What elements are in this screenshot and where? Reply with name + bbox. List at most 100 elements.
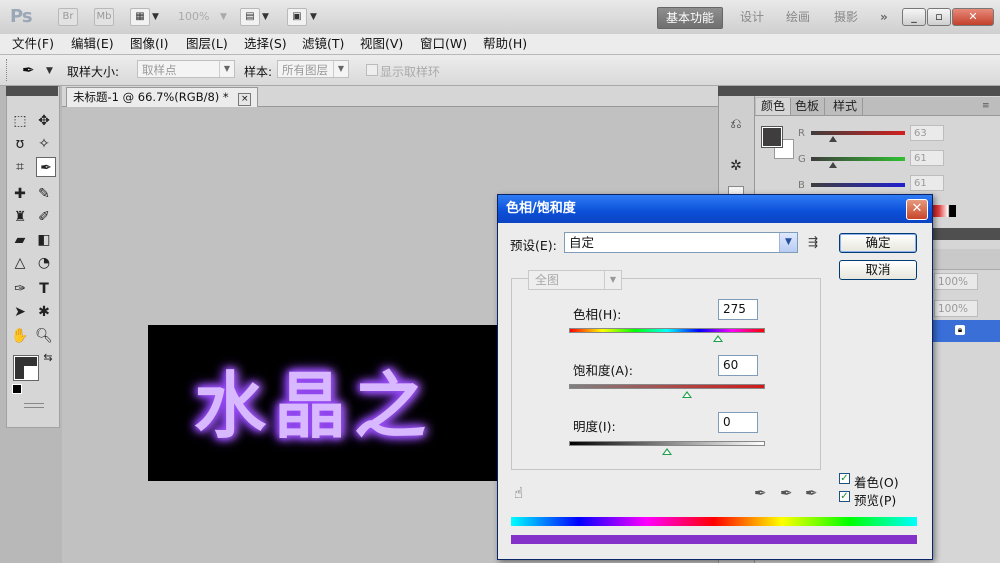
layers-panel-header[interactable] [930, 228, 1000, 240]
blur-tool-icon[interactable]: △ [10, 253, 30, 273]
dodge-tool-icon[interactable]: ◔ [34, 253, 54, 273]
collapsed-panel-header[interactable] [718, 86, 754, 96]
hand-tool-icon[interactable]: ✋ [10, 326, 30, 346]
preview-checkbox[interactable]: ✓ [839, 491, 850, 502]
arrange-documents-icon[interactable]: ▤ [240, 8, 260, 26]
edit-channel-select[interactable]: 全图 ▼ [528, 270, 622, 290]
red-slider-thumb[interactable] [829, 136, 837, 142]
menu-filter[interactable]: 滤镜(T) [302, 34, 344, 54]
mini-bridge-icon[interactable]: Mb [94, 8, 114, 26]
layer-fill-field[interactable]: 100% [934, 300, 978, 317]
more-workspaces-button[interactable]: » [872, 7, 896, 27]
menu-image[interactable]: 图像(I) [130, 34, 168, 54]
healing-brush-tool-icon[interactable]: ✚ [10, 184, 30, 204]
menu-edit[interactable]: 编辑(E) [71, 34, 114, 54]
eyedropper-icon[interactable]: ✒ [754, 484, 767, 502]
color-panel-header[interactable] [754, 86, 1000, 96]
custom-shape-tool-icon[interactable]: ✱ [34, 302, 54, 322]
workspace-essentials[interactable]: 基本功能 [657, 7, 724, 29]
selected-layer-row[interactable] [930, 320, 1000, 342]
view-extras-icon[interactable]: ▦ [130, 8, 150, 26]
green-slider-thumb[interactable] [829, 162, 837, 168]
sample-select[interactable]: 所有图层 ▼ [277, 60, 349, 78]
zoom-level[interactable]: 100% [178, 10, 209, 23]
zoom-tool-icon[interactable]: 🔍︎ [34, 326, 54, 346]
menu-select[interactable]: 选择(S) [244, 34, 287, 54]
eyedropper-minus-icon[interactable]: ✒ [805, 484, 818, 502]
chevron-down-icon[interactable]: ▼ [262, 12, 269, 22]
tab-swatches[interactable]: 色板 [790, 98, 826, 115]
lightness-slider-track[interactable] [569, 441, 765, 446]
menu-window[interactable]: 窗口(W) [420, 34, 467, 54]
brush-tool-icon[interactable]: ✎ [34, 184, 54, 204]
panel-menu-icon[interactable]: ≡ [982, 101, 990, 111]
quick-mask-icon[interactable] [24, 403, 44, 408]
tools-panel-header[interactable] [6, 86, 58, 96]
options-grip[interactable] [6, 59, 11, 81]
green-channel-slider[interactable] [811, 157, 905, 161]
hue-slider-track[interactable] [569, 328, 765, 333]
red-channel-value[interactable]: 63 [910, 125, 944, 141]
eraser-tool-icon[interactable]: ▰ [10, 230, 30, 250]
chevron-down-icon[interactable]: ▼ [310, 12, 317, 22]
menu-help[interactable]: 帮助(H) [483, 34, 527, 54]
marquee-tool-icon[interactable]: ⬚ [10, 111, 30, 131]
hue-value-input[interactable]: 275 [718, 299, 758, 320]
preset-select[interactable]: 自定 ▼ [564, 232, 798, 253]
default-colors-icon[interactable] [12, 384, 22, 394]
dialog-title-bar[interactable]: 色相/饱和度 ✕ [498, 195, 932, 223]
tab-color[interactable]: 颜色 [756, 98, 792, 115]
workspace-painting[interactable]: 绘画 [778, 7, 818, 27]
blue-channel-slider[interactable] [811, 183, 905, 187]
minimize-button[interactable]: _ [902, 8, 926, 26]
close-window-button[interactable]: ✕ [952, 8, 994, 26]
quick-selection-tool-icon[interactable]: ✧ [34, 134, 54, 154]
panel-fg-color-swatch[interactable] [761, 126, 783, 148]
layer-opacity-field[interactable]: 100% [934, 273, 978, 290]
eyedropper-preset-icon[interactable]: ✒ [22, 61, 35, 79]
cancel-button[interactable]: 取消 [839, 260, 917, 280]
lightness-slider-thumb[interactable] [662, 448, 672, 455]
history-panel-icon[interactable]: ⎌ [726, 114, 746, 134]
color-ramp[interactable] [930, 205, 956, 217]
bridge-icon[interactable]: Br [58, 8, 78, 26]
menu-layer[interactable]: 图层(L) [186, 34, 228, 54]
ok-button[interactable]: 确定 [839, 233, 917, 253]
blue-channel-value[interactable]: 61 [910, 175, 944, 191]
sample-size-select[interactable]: 取样点 ▼ [137, 60, 235, 78]
saturation-slider-thumb[interactable] [681, 391, 692, 398]
eyedropper-tool-icon[interactable]: ✒ [36, 157, 56, 177]
pen-tool-icon[interactable]: ✑ [10, 279, 30, 299]
crop-tool-icon[interactable]: ⌗ [10, 157, 30, 177]
menu-view[interactable]: 视图(V) [360, 34, 403, 54]
menu-file[interactable]: 文件(F) [12, 34, 54, 54]
tab-styles[interactable]: 样式 [828, 98, 864, 115]
chevron-down-icon[interactable]: ▼ [152, 12, 159, 22]
red-channel-slider[interactable] [811, 131, 905, 135]
workspace-design[interactable]: 设计 [732, 7, 772, 27]
clone-stamp-tool-icon[interactable]: ♜ [10, 207, 30, 227]
close-document-icon[interactable]: × [238, 93, 252, 106]
saturation-value-input[interactable]: 60 [718, 355, 758, 376]
chevron-down-icon[interactable]: ▼ [220, 12, 227, 22]
lightness-value-input[interactable]: 0 [718, 412, 758, 433]
targeted-adjustment-icon[interactable]: ☝ [514, 484, 523, 502]
lasso-tool-icon[interactable]: ʊ [10, 134, 30, 154]
actions-panel-icon[interactable]: ✲ [726, 156, 746, 176]
path-selection-tool-icon[interactable]: ➤ [10, 302, 30, 322]
hue-slider-thumb[interactable] [712, 335, 723, 342]
workspace-photography[interactable]: 摄影 [826, 7, 866, 27]
screen-mode-icon[interactable]: ▣ [287, 8, 307, 26]
document-tab[interactable]: 未标题-1 @ 66.7%(RGB/8) * × [66, 87, 259, 107]
preset-options-icon[interactable]: ⇶ [808, 235, 818, 249]
gradient-tool-icon[interactable]: ◧ [34, 230, 54, 250]
green-channel-value[interactable]: 61 [910, 150, 944, 166]
chevron-down-icon[interactable]: ▼ [46, 66, 53, 76]
type-tool-icon[interactable]: T [34, 279, 54, 299]
swap-colors-icon[interactable]: ⇆ [38, 348, 58, 368]
saturation-slider-track[interactable] [569, 384, 765, 389]
dialog-close-button[interactable]: ✕ [906, 199, 928, 220]
history-brush-tool-icon[interactable]: ✐ [34, 207, 54, 227]
document-canvas[interactable]: 水晶之 [148, 325, 498, 481]
move-tool-icon[interactable]: ✥ [34, 111, 54, 131]
